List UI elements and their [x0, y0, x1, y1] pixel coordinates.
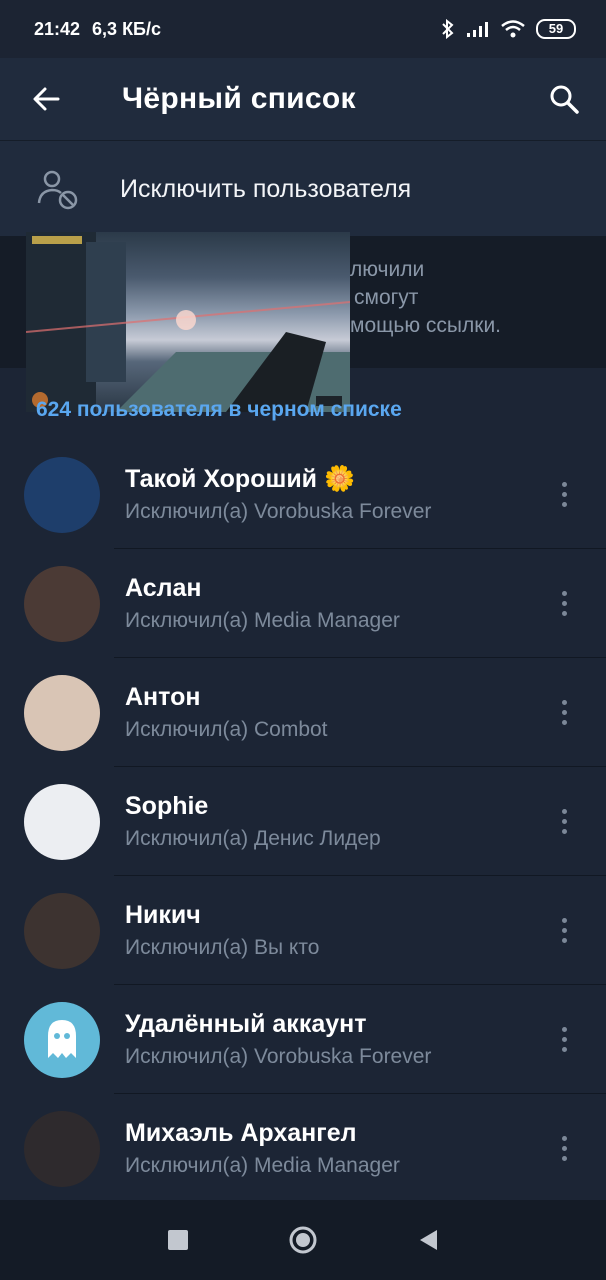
info-line: смогут: [354, 286, 419, 309]
network-speed: 6,3 КБ/с: [92, 18, 162, 39]
excluded-by: Исключил(а) Vorobuska Forever: [125, 500, 432, 523]
excluded-by: Исключил(а) Денис Лидер: [125, 827, 381, 850]
toolbar: Чёрный список: [0, 58, 606, 140]
more-options-icon[interactable]: [550, 583, 578, 623]
avatar: [24, 892, 100, 969]
blocked-user-row[interactable]: Sophie Исключил(а) Денис Лидер: [0, 767, 606, 876]
excluded-by: Исключил(а) Media Manager: [125, 1154, 400, 1177]
more-options-icon[interactable]: [550, 474, 578, 514]
info-line: мощью ссылки.: [350, 314, 502, 337]
blocked-user-row[interactable]: Никич Исключил(а) Вы кто: [0, 876, 606, 985]
battery-indicator: 59: [536, 19, 576, 39]
user-name: Sophie: [125, 792, 209, 820]
more-options-icon[interactable]: [550, 1019, 578, 1059]
excluded-by: Исключил(а) Combot: [125, 718, 328, 741]
home-button[interactable]: [288, 1225, 318, 1255]
user-name: Антон: [125, 683, 201, 711]
signal-icon: [467, 22, 488, 37]
more-options-icon[interactable]: [550, 692, 578, 732]
blocked-user-row[interactable]: Аслан Исключил(а) Media Manager: [0, 549, 606, 658]
blocked-count-header: 624 пользователя в черном списке: [36, 398, 402, 421]
avatar: [24, 1110, 100, 1187]
avatar: [24, 1001, 100, 1078]
triangle-back-icon: [420, 1230, 437, 1250]
user-name: Аслан: [125, 574, 202, 602]
user-block-icon: [37, 170, 78, 210]
status-time: 21:42: [34, 18, 81, 39]
floating-video-window[interactable]: [26, 232, 350, 412]
square-icon: [168, 1230, 188, 1250]
more-options-icon[interactable]: [550, 1128, 578, 1168]
user-name: Никич: [125, 901, 201, 929]
more-options-icon[interactable]: [550, 910, 578, 950]
user-name: Михаэль Архангел: [125, 1119, 357, 1147]
search-icon[interactable]: [546, 81, 582, 117]
excluded-by: Исключил(а) Вы кто: [125, 936, 320, 959]
user-name: Удалённый аккаунт: [125, 1010, 367, 1038]
blocked-user-row[interactable]: Михаэль Архангел Исключил(а) Media Manage…: [0, 1094, 606, 1203]
game-scene-image: [26, 232, 350, 412]
back-button[interactable]: [413, 1225, 443, 1255]
exclude-user-button[interactable]: Исключить пользователя: [0, 140, 606, 237]
info-line: лючили: [350, 258, 425, 281]
blocked-user-row[interactable]: Такой Хороший 🌼 Исключил(а) Vorobuska For…: [0, 440, 606, 549]
excluded-by: Исключил(а) Vorobuska Forever: [125, 1045, 432, 1068]
wifi-icon: [501, 20, 525, 38]
ghost-icon: [48, 1019, 76, 1058]
circle-icon: [289, 1226, 317, 1254]
recents-button[interactable]: [163, 1225, 193, 1255]
status-bar: 21:42 6,3 КБ/с 59: [0, 0, 606, 58]
page-title: Чёрный список: [122, 82, 356, 115]
avatar: [24, 783, 100, 860]
user-name: Такой Хороший 🌼: [125, 465, 356, 493]
blocked-user-row[interactable]: Антон Исключил(а) Combot: [0, 658, 606, 767]
blocked-users-list: Такой Хороший 🌼 Исключил(а) Vorobuska For…: [0, 440, 606, 1203]
avatar: [24, 456, 100, 533]
excluded-by: Исключил(а) Media Manager: [125, 609, 400, 632]
navigation-bar: [0, 1200, 606, 1280]
more-options-icon[interactable]: [550, 801, 578, 841]
avatar: [24, 674, 100, 751]
back-arrow-icon[interactable]: [28, 81, 64, 117]
bluetooth-icon: [442, 19, 454, 39]
avatar: [24, 565, 100, 642]
blocked-user-row[interactable]: Удалённый аккаунт Исключил(а) Vorobuska F…: [0, 985, 606, 1094]
exclude-user-label: Исключить пользователя: [120, 174, 412, 203]
